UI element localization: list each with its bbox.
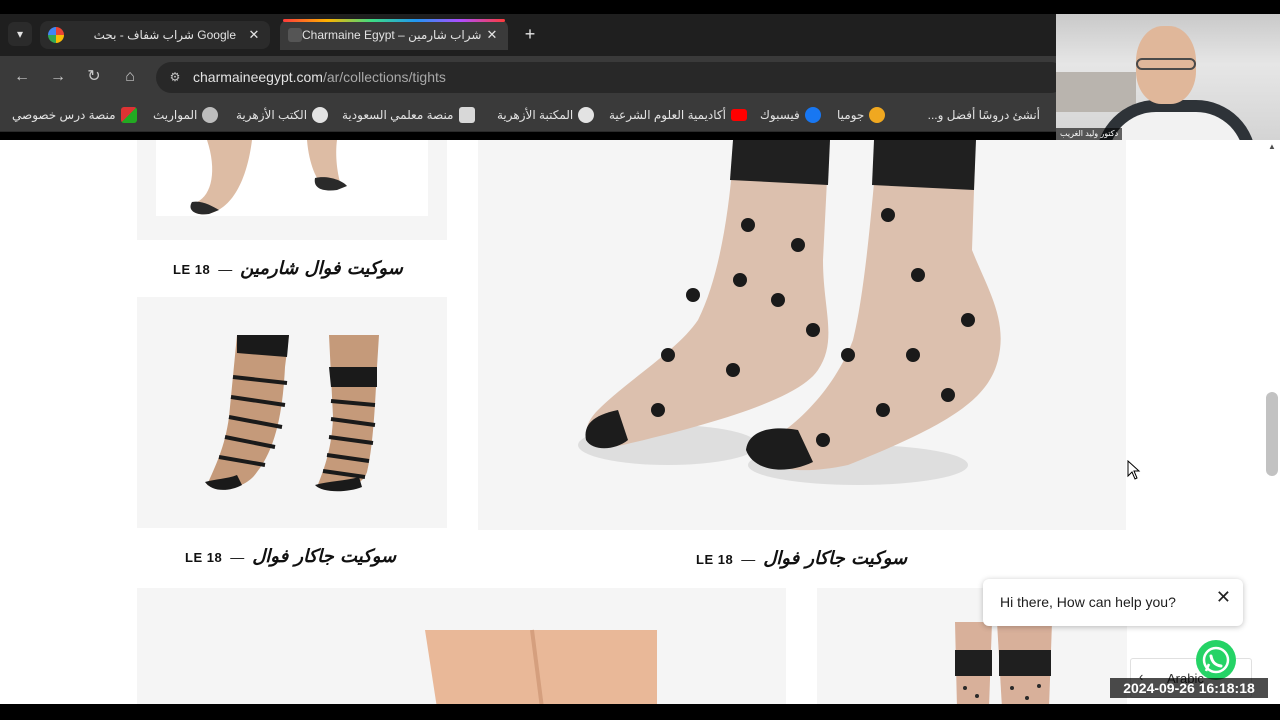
tab-search-chevron-icon[interactable]: ▾ <box>8 22 32 46</box>
tab-strip: ▾ شراب شفاف - بحث Google ✕ Charmaine Egy… <box>0 14 1056 56</box>
whatsapp-button[interactable] <box>1196 640 1236 680</box>
product-photo-socks-1 <box>156 140 428 216</box>
product-name: سوكيت جاكار فوال <box>252 546 397 567</box>
bookmark-item[interactable]: منصة درس خصوصي <box>12 106 137 124</box>
product-price: LE 18 <box>696 552 734 567</box>
close-tab-icon[interactable]: ✕ <box>482 27 502 43</box>
star-icon <box>869 107 886 123</box>
product-price: LE 18 <box>185 550 223 565</box>
product-photo-socks-2 <box>205 335 379 492</box>
product-card-image-2[interactable] <box>137 297 447 528</box>
bookmark-item[interactable]: المكتبة الأزهرية <box>497 106 595 124</box>
mouse-cursor-icon <box>1127 460 1141 480</box>
tab-loading-indicator <box>283 19 505 22</box>
bookmark-item[interactable]: منصة معلمي السعودية <box>342 106 475 124</box>
site-favicon-icon <box>288 28 302 42</box>
emblem-icon <box>202 107 219 123</box>
recording-timestamp: 2024-09-26 16:18:18 <box>1110 678 1268 698</box>
product-card-image-3[interactable] <box>478 140 1126 530</box>
scrollbar-thumb[interactable] <box>1266 392 1278 476</box>
bookmark-item[interactable]: أكاديمية العلوم الشرعية <box>609 106 747 124</box>
page-scrollbar[interactable]: ▲ <box>1264 140 1280 704</box>
bookmarks-bar: أنشئ دروسًا أفضل و... جوميا فيسبوك أكادي… <box>0 98 1056 132</box>
tab-charmaine[interactable]: Charmaine Egypt – شراب شارمين ✕ <box>280 20 508 50</box>
tab-title: Charmaine Egypt – شراب شارمين <box>302 28 482 42</box>
bookmark-item[interactable]: جوميا <box>837 106 886 124</box>
price-separator: — <box>741 551 756 567</box>
product-caption-2[interactable]: سوكيت جاكار فوال — LE 18 <box>185 546 396 567</box>
chat-message: Hi there, How can help you? <box>1000 594 1176 610</box>
price-separator: — <box>230 549 245 565</box>
webcam-label: دكتور وليد الغريب <box>1056 128 1123 140</box>
youtube-icon <box>730 109 747 121</box>
chat-popup[interactable]: Hi there, How can help you? ✕ <box>983 579 1243 626</box>
webcam-overlay: دكتور وليد الغريب <box>1056 14 1280 140</box>
screen-bottom-bar <box>0 704 1280 720</box>
screen-top-bar <box>0 0 1280 14</box>
address-bar[interactable]: ⚙ charmaineegypt.com/ar/collections/tigh… <box>156 62 1066 93</box>
bookmark-item[interactable]: المواريث <box>153 106 219 124</box>
tab-title: شراب شفاف - بحث Google <box>93 28 236 42</box>
new-tab-button[interactable]: + <box>518 23 542 47</box>
flag-icon <box>120 107 137 123</box>
globe-icon <box>578 107 595 123</box>
forward-button[interactable]: → <box>47 66 69 88</box>
tab-google-search[interactable]: شراب شفاف - بحث Google ✕ <box>40 21 270 49</box>
product-card-image-1[interactable] <box>137 140 447 240</box>
bookmark-item[interactable]: أنشئ دروسًا أفضل و... <box>928 106 1040 124</box>
bookmark-item[interactable]: الكتب الأزهرية <box>236 106 329 124</box>
whatsapp-icon <box>1202 646 1230 674</box>
back-button[interactable]: ← <box>11 66 33 88</box>
product-name: سوكيت فوال شارمين <box>240 258 403 279</box>
product-caption-1[interactable]: سوكيت فوال شارمين — LE 18 <box>173 258 403 279</box>
toolbar: ← → ↻ ⌂ ⚙ charmaineegypt.com/ar/collecti… <box>0 56 1066 98</box>
bookmark-item[interactable]: فيسبوك <box>760 106 821 124</box>
product-price: LE 18 <box>173 262 211 277</box>
product-photo-legs <box>425 629 657 704</box>
close-chat-icon[interactable]: ✕ <box>1216 587 1231 608</box>
product-caption-3[interactable]: سوكيت جاكار فوال — LE 18 <box>696 548 907 569</box>
close-tab-icon[interactable]: ✕ <box>244 27 264 43</box>
reload-button[interactable]: ↻ <box>83 66 105 88</box>
product-card-image-4[interactable] <box>137 588 786 704</box>
webcam-glasses <box>1136 58 1196 70</box>
home-button[interactable]: ⌂ <box>119 66 141 88</box>
globe-icon <box>312 107 329 123</box>
url-text[interactable]: charmaineegypt.com/ar/collections/tights <box>193 69 446 85</box>
price-separator: — <box>218 261 233 277</box>
product-photo-socks-3 <box>578 140 1001 485</box>
product-name: سوكيت جاكار فوال <box>763 548 908 569</box>
site-icon <box>458 107 475 123</box>
webcam-background <box>1056 72 1136 112</box>
facebook-icon <box>804 107 821 123</box>
scroll-up-icon[interactable]: ▲ <box>1268 142 1276 151</box>
google-icon <box>48 27 64 43</box>
site-info-icon[interactable]: ⚙ <box>166 68 184 86</box>
